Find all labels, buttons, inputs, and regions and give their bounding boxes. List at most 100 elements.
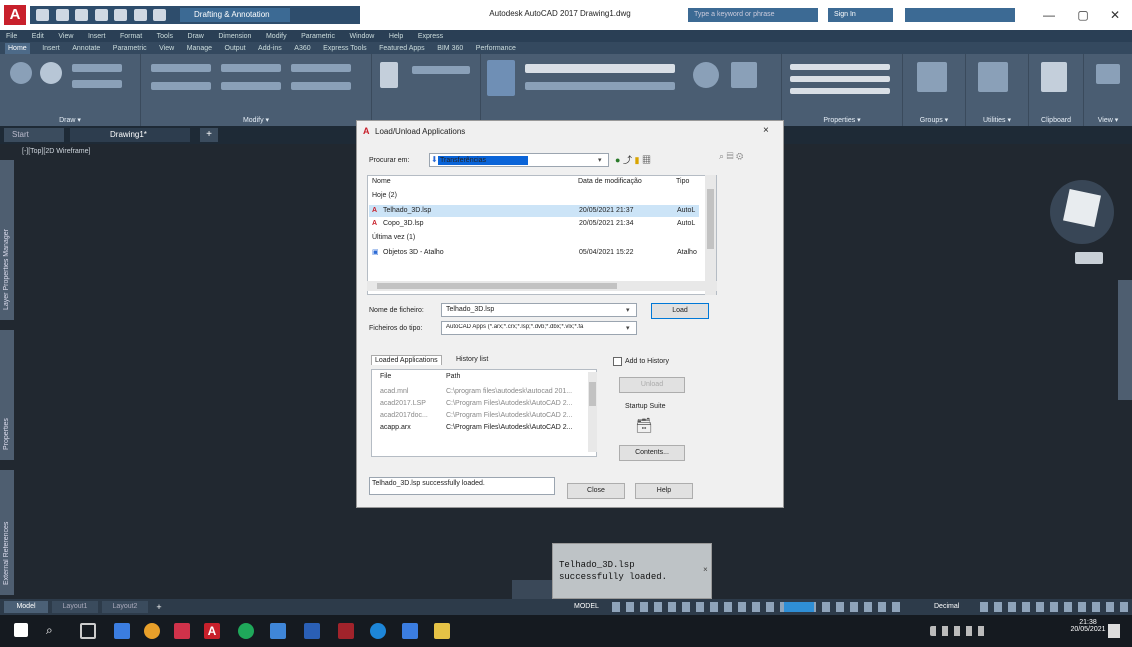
task-view-icon[interactable] [80, 623, 96, 639]
loaded-list-scrollbar[interactable] [588, 372, 597, 452]
layer-properties-palette[interactable]: Layer Properties Manager [0, 160, 14, 320]
plot-icon[interactable] [114, 9, 128, 21]
file-row[interactable]: ▣ Objetos 3D - Atalho 05/04/2021 15:22 A… [369, 247, 699, 259]
notifications-icon[interactable] [1108, 624, 1120, 638]
lineweight-dropdown[interactable] [790, 88, 890, 94]
briefcase-icon[interactable]: 🗃 [635, 417, 653, 433]
utilities-panel-label[interactable]: Utilities ▾ [966, 116, 1028, 124]
draw-panel-label[interactable]: Draw ▾ [0, 116, 140, 124]
find-icon[interactable]: ⌕ [719, 151, 724, 161]
maximize-icon[interactable]: ▢ [1074, 6, 1092, 24]
view-panel-label[interactable]: View ▾ [1084, 116, 1132, 124]
tab-drawing1[interactable]: Drawing1* [70, 128, 190, 142]
measure-icon[interactable] [978, 62, 1008, 92]
navigation-bar[interactable] [1075, 252, 1103, 264]
arc-icon[interactable] [72, 64, 122, 72]
back-icon[interactable]: ● [615, 155, 620, 165]
redo-icon[interactable] [153, 9, 167, 21]
close-button[interactable]: Close [567, 483, 625, 499]
color-dropdown[interactable] [790, 64, 890, 70]
windows-start-icon[interactable] [14, 623, 28, 637]
clock[interactable]: 21:38 20/05/2021 [1068, 616, 1108, 642]
external-references-palette[interactable]: External References [0, 470, 14, 595]
chevron-down-icon[interactable]: ▾ [626, 306, 630, 314]
move-icon[interactable] [151, 64, 211, 72]
loaded-row[interactable]: acad.mnl C:\program files\autodesk\autoc… [380, 386, 590, 397]
add-history-checkbox[interactable] [613, 357, 622, 366]
load-button[interactable]: Load [651, 303, 709, 319]
groups-panel-label[interactable]: Groups ▾ [903, 116, 965, 124]
edge-icon[interactable] [370, 623, 386, 639]
autocad-logo-icon[interactable]: A [4, 5, 26, 25]
viewcube-icon[interactable] [1063, 189, 1101, 227]
right-palette[interactable] [1118, 280, 1132, 400]
layer-properties-icon[interactable] [487, 60, 515, 96]
layout-tab-layout2[interactable]: Layout2 [102, 601, 148, 613]
group-today[interactable]: Hoje (2) [372, 192, 397, 199]
mirror-icon[interactable] [221, 82, 281, 90]
circle-icon[interactable] [40, 62, 62, 84]
layer-tools-icon[interactable] [525, 82, 675, 90]
minimize-icon[interactable]: — [1040, 6, 1058, 24]
chrome-icon[interactable] [144, 623, 160, 639]
modify-panel-label[interactable]: Modify ▾ [141, 116, 371, 124]
views-menu-icon[interactable]: ▤ [727, 151, 734, 161]
isolate-objects-toggle[interactable] [784, 602, 814, 612]
app-icon-5[interactable] [402, 623, 418, 639]
folder-nav-toolbar[interactable]: ● ⤴ ▮ ▦ [615, 153, 675, 167]
loaded-row[interactable]: acapp.arx C:\Program Files\Autodesk\Auto… [380, 422, 590, 433]
dimension-icon[interactable] [412, 66, 470, 74]
undo-icon[interactable] [133, 9, 147, 21]
contents-button[interactable]: Contents... [619, 445, 685, 461]
column-date[interactable]: Data de modificação [578, 178, 642, 185]
up-folder-icon[interactable]: ⤴ [623, 155, 632, 165]
match-properties-icon[interactable] [731, 62, 757, 88]
unload-button[interactable]: Unload [619, 377, 685, 393]
paste-icon[interactable] [1041, 62, 1067, 92]
viewport-controls[interactable]: [-][Top][2D Wireframe] [22, 148, 90, 155]
clipboard-panel-label[interactable]: Clipboard [1029, 117, 1083, 124]
signin-button[interactable]: Sign In [828, 8, 893, 22]
tab-start[interactable]: Start [4, 128, 64, 142]
loaded-row[interactable]: acad2017doc... C:\Program Files\Autodesk… [380, 410, 590, 421]
tools-icon[interactable]: ⚙ [736, 151, 743, 161]
add-layout-button[interactable]: + [152, 601, 166, 613]
line-icon[interactable] [10, 62, 32, 84]
column-name[interactable]: Nome [372, 178, 391, 185]
command-line-toggle[interactable] [512, 580, 552, 599]
fillet-icon[interactable] [291, 82, 351, 90]
autocad-taskbar-icon[interactable]: A [204, 623, 220, 639]
loaded-applications-list[interactable]: File Path acad.mnl C:\program files\auto… [371, 369, 597, 457]
word-icon[interactable] [304, 623, 320, 639]
chevron-down-icon[interactable]: ▾ [626, 324, 630, 332]
copy-icon[interactable] [151, 82, 211, 90]
properties-palette[interactable]: Properties [0, 330, 14, 460]
notification-close-icon[interactable]: × [703, 566, 708, 575]
new-folder-icon[interactable]: ▮ [634, 155, 639, 165]
app-icon-3[interactable] [238, 623, 254, 639]
file-list-vertical-scrollbar[interactable] [705, 175, 716, 295]
file-row[interactable]: A Telhado_3D.lsp 20/05/2021 21:37 AutoL [369, 205, 699, 217]
insert-block-icon[interactable] [693, 62, 719, 88]
app-icon-1[interactable] [114, 623, 130, 639]
drafting-toggles[interactable] [612, 602, 902, 612]
todo-icon[interactable] [270, 623, 286, 639]
new-tab-button[interactable]: + [200, 128, 218, 142]
properties-panel-label[interactable]: Properties ▾ [782, 116, 902, 124]
units-dropdown[interactable]: Decimal [934, 601, 974, 613]
model-space-button[interactable]: MODEL [574, 601, 612, 613]
scroll-thumb[interactable] [377, 283, 617, 289]
search-icon[interactable]: ⌕ [46, 623, 62, 639]
app-icon-2[interactable] [174, 623, 190, 639]
trim-icon[interactable] [291, 64, 351, 72]
rectangle-icon[interactable] [72, 80, 122, 88]
group-last-week[interactable]: Última vez (1) [372, 234, 415, 241]
saveas-icon[interactable] [94, 9, 108, 21]
rotate-icon[interactable] [221, 64, 281, 72]
column-file[interactable]: File [380, 373, 391, 380]
search-input[interactable]: Type a keyword or phrase [688, 8, 818, 22]
new-icon[interactable] [36, 9, 49, 21]
exchange-apps-bar[interactable] [905, 8, 1015, 22]
column-path[interactable]: Path [446, 373, 460, 380]
tab-loaded-applications[interactable]: Loaded Applications [371, 355, 442, 365]
